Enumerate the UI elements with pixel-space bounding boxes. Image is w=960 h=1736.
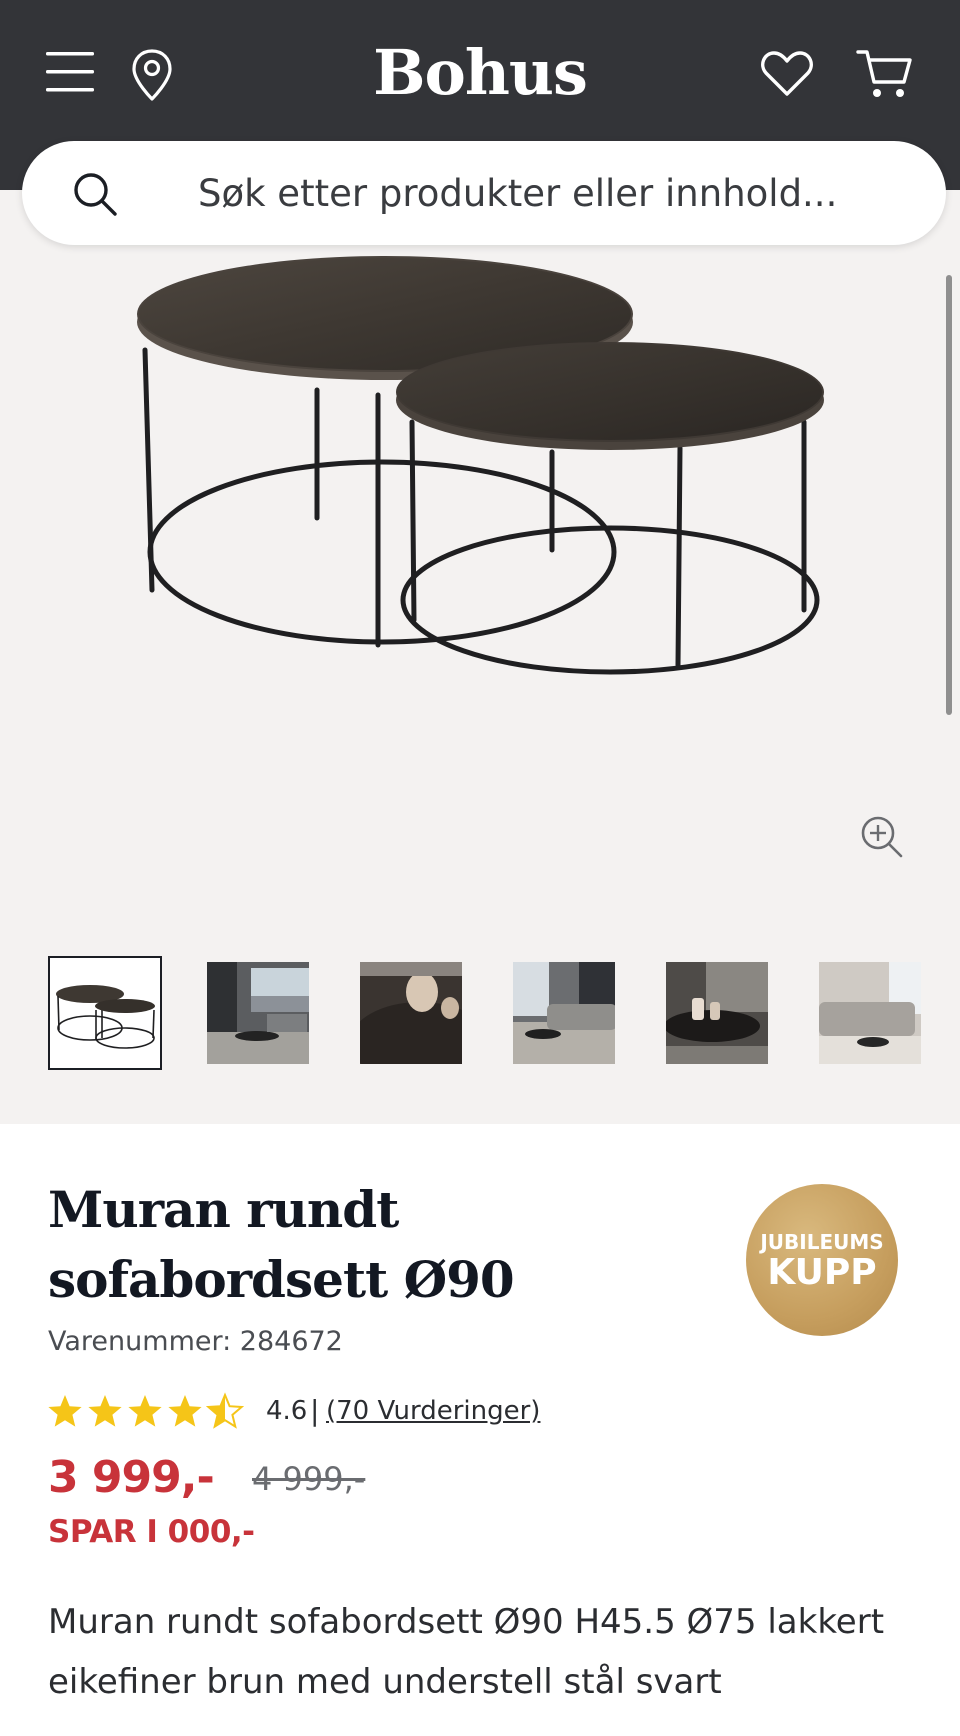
page-scrollbar[interactable] [946,275,952,715]
star-icon [48,1395,82,1427]
search-icon[interactable] [72,171,118,217]
product-title-line-1: Muran rundt [48,1180,399,1239]
badge-line-2: KUPP [767,1252,877,1293]
product-title: Muran rundt sofabordsett Ø90 [48,1175,668,1315]
current-price: 3 999,- [48,1452,215,1503]
rating-value: 4.6 [266,1396,308,1426]
zoom-in-icon[interactable] [860,815,904,859]
star-icon [168,1395,202,1427]
thumbnail-4[interactable] [511,960,617,1066]
badge-line-1: JUBILEUMS [760,1230,884,1254]
rating-stars [48,1394,243,1428]
rating-separator: | [310,1394,320,1427]
search-input[interactable] [198,169,898,217]
old-price: 4 999,- [252,1460,366,1498]
savings-label: SPAR I 000,- [48,1514,255,1550]
thumbnail-3[interactable] [358,960,464,1066]
star-icon [128,1395,162,1427]
thumbnail-strip [0,956,960,1080]
thumbnail-5[interactable] [664,960,770,1066]
thumbnail-2[interactable] [205,960,311,1066]
half-star-icon [207,1394,243,1428]
thumbnail-6[interactable] [817,960,923,1066]
search-bar [22,141,946,245]
reviews-link[interactable]: (70 Vurderinger) [326,1396,540,1426]
thumbnail-1[interactable] [48,956,162,1070]
heart-icon[interactable] [760,50,814,98]
jubileums-kupp-badge: JUBILEUMS KUPP [746,1184,898,1336]
product-gallery [0,190,960,1124]
product-description: Muran rundt sofabordsett Ø90 H45.5 Ø75 l… [48,1602,885,1702]
brand-logo[interactable]: Bohus [0,36,960,109]
product-title-line-2: sofabordsett Ø90 [48,1250,515,1309]
product-sku: Varenummer: 284672 [48,1326,343,1357]
star-icon [88,1395,122,1427]
main-product-image[interactable] [0,190,960,950]
shopping-cart-icon[interactable] [856,48,912,100]
